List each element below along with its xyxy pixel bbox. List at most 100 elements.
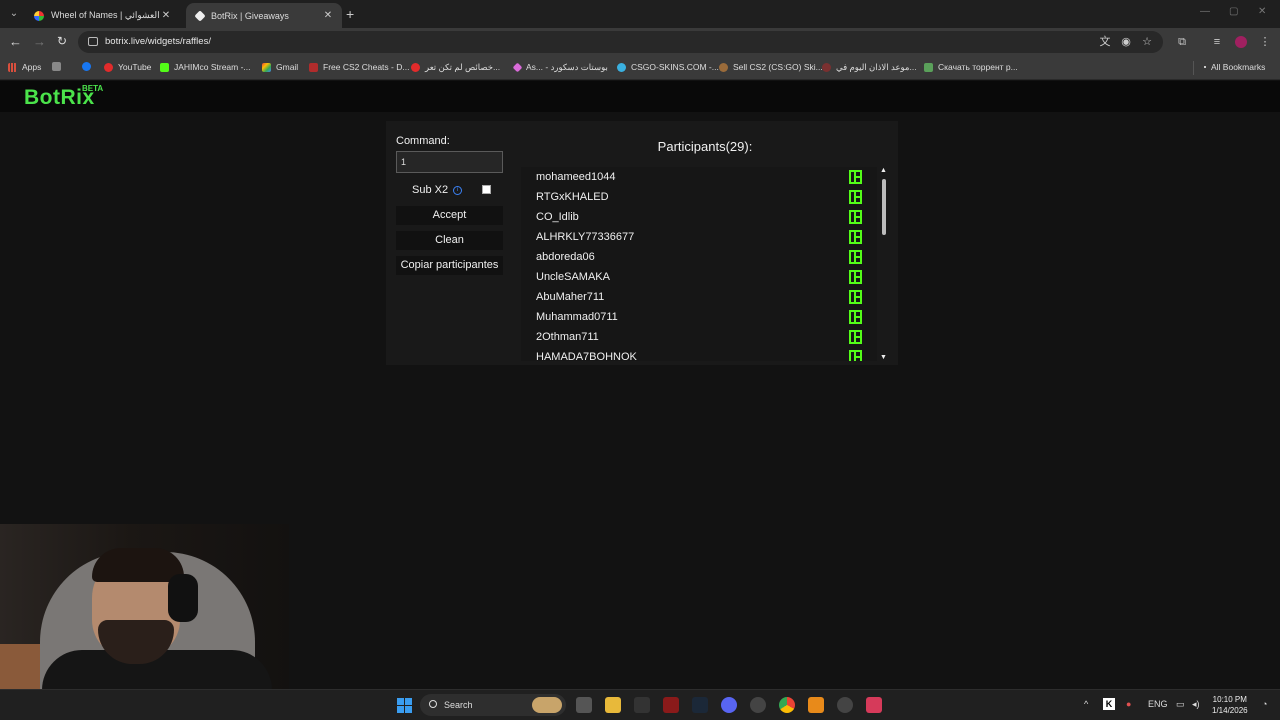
streamlabs-icon[interactable] [866,697,882,713]
bookmark-csgo-skins[interactable]: CSGO-SKINS.COM -... [617,62,719,72]
wheel-favicon-icon [34,10,44,21]
bookmark-label: خصائص لم تكن تعر... [425,62,501,72]
bookmark-apps[interactable]: Apps [8,62,41,72]
bookmark-jahimco[interactable]: JAHIMco Stream -... [160,62,251,72]
hide-eye-icon[interactable]: ◉ [1120,36,1132,48]
participants-list[interactable]: mohameed1044 RTGxKHALED CO_Idlib ALHRKLY… [521,167,877,361]
tab-wheel-of-names[interactable]: Wheel of Names | اسم العشوائي ✕ [24,3,180,28]
vlc-icon[interactable] [808,697,824,713]
headset [168,574,198,622]
kick-icon [849,230,862,244]
bookmark-label: CSGO-SKINS.COM -... [631,62,719,72]
tab-search-icon[interactable]: ⌄ [6,6,22,22]
kick-icon [849,310,862,324]
close-window-icon[interactable]: ✕ [1258,6,1266,17]
bookmark-label: Скачать торрент р... [938,62,1018,72]
notifications-icon[interactable]: ◔ [1262,699,1267,709]
scroll-down-icon[interactable]: ▼ [880,354,887,361]
bookmark-star-icon[interactable]: ☆ [1141,36,1153,48]
cheats-icon [309,62,318,72]
g-hub-icon[interactable] [634,697,650,713]
steam-icon[interactable] [692,697,708,713]
file-explorer-icon[interactable] [605,697,621,713]
kick-icon [849,330,862,344]
tab-botrix[interactable]: BotRix | Giveaways ✕ [186,3,342,28]
obs-icon[interactable] [750,697,766,713]
windows-taskbar: Search ^ K ● ENG ▭ ◂) 10:10 PM 1/14/2026… [0,689,1280,720]
close-tab-icon[interactable]: ✕ [322,10,334,21]
bookmark-prayer-times[interactable]: موعد الاذان اليوم في... [822,62,917,73]
gmail-icon [262,62,271,72]
bookmark-youtube[interactable]: YouTube [104,62,151,72]
folder-icon [1204,66,1206,68]
info-icon[interactable]: i [453,185,463,195]
participant-name: ALHRKLY77336677 [536,231,635,243]
command-input[interactable] [396,151,503,173]
site-info-icon[interactable] [88,37,98,46]
kick-icon [849,350,862,361]
webcam-overlay [0,524,289,690]
search-highlight-icon [532,697,562,713]
raffle-widget: Command: Sub X2 i Accept Clean Copiar pa… [386,121,898,365]
system-clock[interactable]: 10:10 PM 1/14/2026 [1212,694,1248,716]
sub-x2-option: Sub X2 i [412,184,463,196]
bookmark-torrent[interactable]: Скачать торрент р... [924,62,1018,72]
kick-tray-icon[interactable]: K [1103,698,1115,710]
valorant-icon[interactable] [663,697,679,713]
sub-x2-checkbox[interactable] [482,185,491,194]
scroll-thumb[interactable] [882,179,886,235]
bookmark-label: Sell CS2 (CS:GO) Ski... [733,62,823,72]
clean-button[interactable]: Clean [396,231,503,250]
kick-icon [849,270,862,284]
bookmarks-bar: Apps YouTube JAHIMco Stream -... Gmail F… [0,56,1280,80]
microphone-icon[interactable]: ● [1126,699,1131,709]
bookmark-label: Gmail [276,62,299,72]
scroll-up-icon[interactable]: ▲ [880,167,887,174]
extensions-icon[interactable]: ⧉ [1176,36,1188,48]
list-item: UncleSAMAKA [521,267,877,287]
search-label: Search [444,700,473,710]
kick-icon [849,210,862,224]
facebook-icon[interactable] [82,62,96,71]
all-bookmarks-button[interactable]: All Bookmarks [1204,62,1265,72]
bookmarks-divider [1193,61,1194,75]
list-item: ALHRKLY77336677 [521,227,877,247]
bookmark-gmail[interactable]: Gmail [262,62,298,72]
kick-icon [160,62,169,72]
profile-avatar[interactable] [1235,36,1247,48]
translate-icon[interactable]: 文 [1099,36,1111,48]
language-indicator[interactable]: ENG [1148,699,1168,709]
tray-chevron-icon[interactable]: ^ [1084,699,1088,709]
accept-button[interactable]: Accept [396,206,503,225]
settings-gear-icon[interactable] [837,697,853,713]
new-tab-icon[interactable]: + [346,6,354,22]
maximize-icon[interactable]: ▢ [1229,6,1238,17]
network-icon[interactable]: ▭ [1176,699,1185,710]
participant-name: 2Othman711 [536,331,599,343]
menu-icon[interactable]: ⋮ [1259,36,1271,48]
botrix-favicon-icon [194,9,206,22]
bookmark-cs2-cheats[interactable]: Free CS2 Cheats - D... [309,62,409,72]
volume-icon[interactable]: ◂) [1192,699,1200,710]
close-tab-icon[interactable]: ✕ [160,10,172,21]
grid-icon[interactable] [52,62,66,71]
participants-scrollbar[interactable]: ▲ ▼ [879,167,889,361]
kick-icon [849,290,862,304]
apps-grid-icon [8,62,17,72]
reload-icon[interactable]: ↻ [57,34,67,48]
address-bar[interactable]: botrix.live/widgets/raffles/ [78,31,1163,53]
task-view-icon[interactable] [576,697,592,713]
taskbar-search[interactable]: Search [420,694,566,716]
bookmark-discord-posts[interactable]: As... - بوستات دسكورد [512,62,608,73]
copy-participants-button[interactable]: Copiar participantes [396,256,503,275]
media-icon[interactable]: ≡ [1211,36,1223,48]
minimize-icon[interactable]: — [1200,6,1210,17]
forward-icon[interactable]: → [33,34,46,49]
back-icon[interactable]: ← [9,34,22,49]
bookmark-sell-cs2[interactable]: Sell CS2 (CS:GO) Ski... [719,62,823,72]
windows-start-icon[interactable] [397,698,412,713]
discord-icon[interactable] [721,697,737,713]
bookmark-arabic-1[interactable]: خصائص لم تكن تعر... [411,62,500,73]
chrome-icon[interactable] [779,697,795,713]
bookmark-label: Free CS2 Cheats - D... [323,62,410,72]
